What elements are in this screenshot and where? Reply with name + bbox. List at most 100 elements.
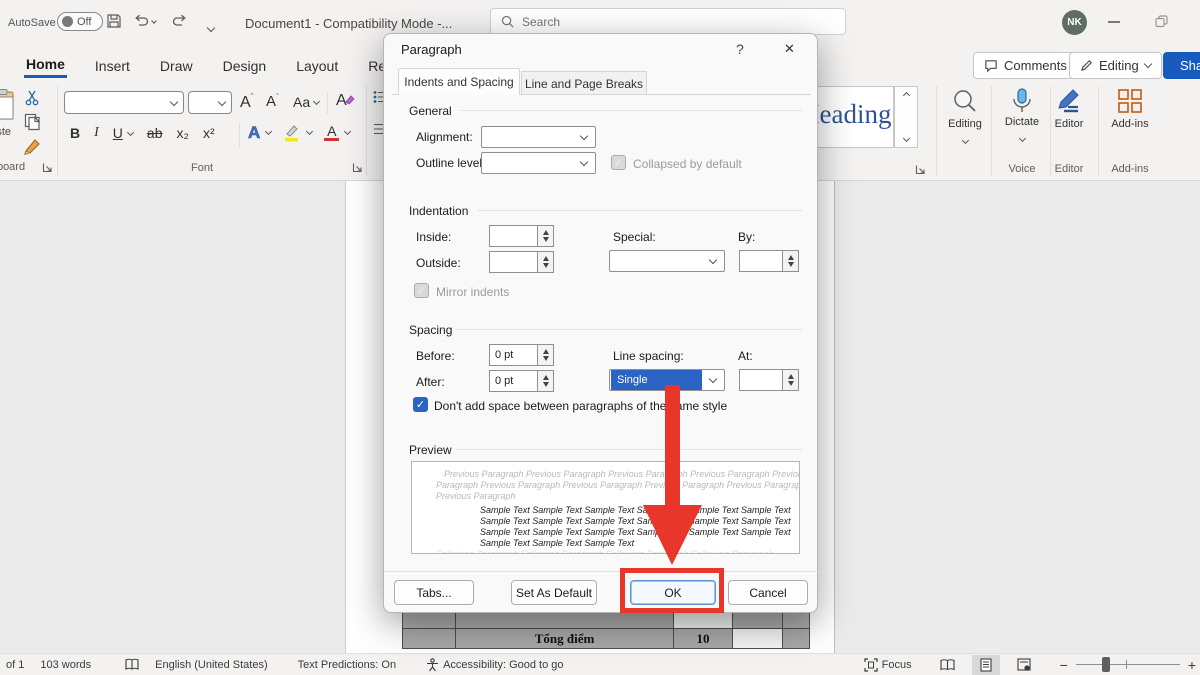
change-case-button[interactable]: Aa — [293, 94, 319, 110]
table-cell[interactable] — [402, 628, 456, 649]
dialog-help-button[interactable]: ? — [736, 41, 744, 57]
paste-button[interactable] — [0, 88, 18, 122]
word-count[interactable]: 103 words — [32, 654, 99, 675]
tab-insert[interactable]: Insert — [93, 54, 132, 78]
outline-level-dropdown[interactable] — [481, 152, 596, 174]
set-as-default-button[interactable]: Set As Default — [511, 580, 597, 605]
redo-button[interactable] — [172, 13, 188, 29]
tab-design[interactable]: Design — [221, 54, 269, 78]
special-dropdown[interactable] — [609, 250, 725, 272]
tabs-button[interactable]: Tabs... — [394, 580, 474, 605]
table-cell-total-value[interactable]: 10 — [673, 628, 733, 649]
outside-spinner[interactable] — [489, 251, 554, 273]
spin-up-icon — [543, 375, 549, 380]
at-spinner[interactable] — [739, 369, 799, 391]
zoom-slider-thumb[interactable] — [1102, 657, 1110, 672]
table-cell[interactable] — [673, 612, 733, 629]
grow-font-button[interactable]: Aˆ — [240, 92, 254, 112]
line-spacing-label: Line spacing: — [613, 349, 684, 363]
styles-dialog-launcher[interactable] — [915, 164, 926, 175]
autosave-toggle[interactable]: Off — [57, 12, 103, 31]
editing-mode-button[interactable]: Editing — [1069, 52, 1162, 79]
by-spinner[interactable] — [739, 250, 799, 272]
toggle-knob-icon — [62, 16, 73, 27]
comments-button[interactable]: Comments — [973, 52, 1078, 79]
restore-icon — [1155, 15, 1168, 28]
save-button[interactable] — [106, 13, 122, 29]
table-cell[interactable] — [732, 628, 783, 649]
undo-button[interactable] — [133, 13, 156, 29]
eraser-icon — [345, 95, 355, 105]
zoom-in-button[interactable]: + — [1180, 654, 1200, 675]
after-spinner[interactable]: 0 pt — [489, 370, 554, 392]
clipboard-dialog-launcher[interactable] — [42, 162, 53, 173]
save-icon — [106, 13, 122, 29]
tab-layout[interactable]: Layout — [294, 54, 340, 78]
read-mode-button[interactable] — [934, 655, 962, 675]
italic-button[interactable]: I — [94, 125, 99, 141]
focus-button[interactable]: Focus — [856, 654, 920, 675]
editing-mode-label: Editing — [1099, 58, 1139, 73]
mirror-indents-checkbox[interactable]: ✓ — [414, 283, 429, 298]
zoom-slider[interactable] — [1076, 664, 1180, 666]
tab-indents-and-spacing[interactable]: Indents and Spacing — [398, 68, 520, 95]
font-color-button[interactable]: A — [324, 125, 339, 141]
format-painter-button[interactable] — [23, 137, 42, 156]
tab-line-and-page-breaks[interactable]: Line and Page Breaks — [521, 71, 647, 95]
avatar[interactable]: NK — [1062, 10, 1087, 35]
alignment-dropdown[interactable] — [481, 126, 596, 148]
bold-button[interactable]: B — [70, 125, 80, 141]
collapsed-by-default-checkbox[interactable]: ✓ — [611, 155, 626, 170]
proofing-status[interactable] — [117, 654, 147, 675]
cut-button[interactable] — [24, 90, 40, 106]
text-predictions-status[interactable]: Text Predictions: On — [290, 654, 404, 675]
highlight-button[interactable] — [283, 124, 301, 142]
tab-draw[interactable]: Draw — [158, 54, 195, 78]
font-dialog-launcher[interactable] — [352, 162, 363, 173]
table-cell[interactable] — [782, 628, 810, 649]
cancel-button[interactable]: Cancel — [728, 580, 808, 605]
tab-home[interactable]: Home — [24, 52, 67, 78]
minimize-button[interactable] — [1108, 21, 1120, 23]
copy-button[interactable] — [24, 113, 41, 131]
dictate-button[interactable]: Dictate — [998, 88, 1046, 146]
inside-spinner[interactable] — [489, 225, 554, 247]
share-button[interactable]: Share — [1163, 52, 1200, 79]
underline-button[interactable]: U — [113, 125, 133, 141]
clear-formatting-button[interactable]: A — [336, 92, 355, 110]
chevron-down-icon — [265, 128, 272, 135]
text-effects-button[interactable]: A — [248, 123, 260, 143]
zoom-out-button[interactable]: − — [1052, 654, 1076, 675]
strikethrough-button[interactable]: ab — [147, 125, 163, 141]
dialog-close-button[interactable]: ✕ — [784, 41, 795, 57]
undo-icon — [133, 13, 149, 29]
spin-up-icon — [788, 374, 794, 379]
subscript-button[interactable]: x₂ — [177, 125, 189, 141]
quick-access-dropdown-button[interactable] — [208, 18, 214, 36]
restore-window-button[interactable] — [1155, 15, 1168, 28]
before-spinner[interactable]: 0 pt — [489, 344, 554, 366]
font-name-combobox[interactable] — [64, 91, 184, 114]
table-cell[interactable] — [455, 612, 674, 629]
table-cell[interactable] — [732, 612, 783, 629]
accessibility-status[interactable]: Accessibility: Good to go — [418, 654, 571, 675]
editor-button[interactable]: Editor — [1046, 88, 1092, 130]
style-gallery-scrollbar[interactable] — [894, 86, 918, 148]
search-input[interactable]: Search — [490, 8, 846, 35]
table-cell-total-label[interactable]: Tổng điểm — [455, 628, 674, 649]
dont-add-space-checkbox[interactable]: ✓ — [413, 397, 428, 412]
editing-group-button[interactable]: Editing — [944, 88, 986, 148]
superscript-button[interactable]: x² — [203, 125, 215, 141]
page-indicator[interactable]: of 1 — [0, 654, 32, 675]
table-cell[interactable] — [782, 612, 810, 629]
after-label: After: — [416, 375, 445, 389]
print-layout-button[interactable] — [972, 655, 1000, 675]
language-status[interactable]: English (United States) — [147, 654, 276, 675]
web-layout-button[interactable] — [1010, 655, 1038, 675]
shrink-font-button[interactable]: Aˇ — [266, 92, 279, 110]
special-value — [610, 251, 702, 271]
table-cell[interactable] — [402, 612, 456, 629]
inside-value — [489, 225, 537, 247]
font-size-combobox[interactable] — [188, 91, 232, 114]
addins-button[interactable]: Add-ins — [1104, 88, 1156, 130]
